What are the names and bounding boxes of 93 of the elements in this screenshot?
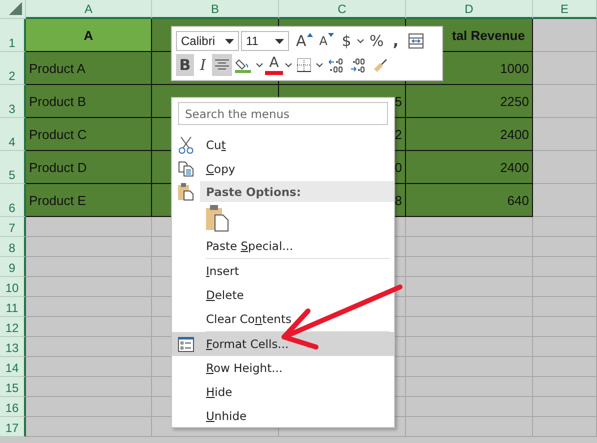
format-cells-icon xyxy=(178,336,194,352)
column-header[interactable]: B xyxy=(152,0,279,19)
table-cell xyxy=(533,317,597,337)
column-header[interactable]: A xyxy=(26,0,152,19)
table-cell: Product C xyxy=(26,118,152,151)
menu-item[interactable]: Row Height... xyxy=(172,356,394,380)
caret-icon xyxy=(225,38,234,44)
paintbrush-icon xyxy=(372,57,388,73)
menu-item[interactable]: Delete xyxy=(172,283,394,307)
row-header[interactable]: 13 xyxy=(0,337,26,357)
table-cell xyxy=(533,257,597,277)
paste-button[interactable] xyxy=(206,204,230,232)
row-header[interactable]: 9 xyxy=(0,257,26,277)
table-cell: Product D xyxy=(26,151,152,184)
table-cell xyxy=(533,85,597,118)
bold-button[interactable]: B xyxy=(176,54,194,76)
align-center-icon xyxy=(215,59,229,71)
menu-item[interactable]: Clear Contents xyxy=(172,307,394,331)
center-align-button[interactable] xyxy=(212,54,232,76)
merge-icon xyxy=(408,33,424,49)
table-cell xyxy=(533,217,597,237)
grow-font-button[interactable]: A xyxy=(293,30,316,52)
currency-button[interactable]: $ xyxy=(337,30,356,52)
menu-item[interactable]: Unhide xyxy=(172,404,394,428)
clipboard-icon xyxy=(178,182,194,200)
decrease-decimal-icon xyxy=(350,57,366,73)
menu-item[interactable]: Insert xyxy=(172,259,394,283)
select-all-corner[interactable] xyxy=(0,0,26,19)
row-header[interactable]: 1 xyxy=(0,19,26,52)
down-triangle-icon xyxy=(328,33,334,37)
row-header[interactable]: 11 xyxy=(0,297,26,317)
column-header[interactable]: E xyxy=(533,0,597,19)
caret-icon xyxy=(357,38,364,44)
table-cell xyxy=(533,52,597,85)
italic-button[interactable]: I xyxy=(194,54,212,76)
row-header[interactable]: 5 xyxy=(0,151,26,184)
table-cell: Product A xyxy=(26,52,152,85)
table-cell: 2400 xyxy=(406,151,533,184)
table-cell: Product B xyxy=(26,85,152,118)
column-header[interactable]: C xyxy=(279,0,406,19)
column-header[interactable]: D xyxy=(406,0,533,19)
font-dropdown[interactable]: Calibri xyxy=(176,31,239,51)
comma-button[interactable]: , xyxy=(386,30,405,52)
menu-item[interactable]: Cut xyxy=(172,133,394,157)
table-cell xyxy=(533,297,597,317)
table-cell xyxy=(533,277,597,297)
table-cell xyxy=(533,19,597,52)
row-header[interactable]: 8 xyxy=(0,237,26,257)
menu-item[interactable]: Paste Special... xyxy=(172,234,394,258)
caret-icon xyxy=(256,62,263,68)
row-header[interactable]: 17 xyxy=(0,417,26,437)
caret-icon xyxy=(316,62,323,68)
row-header[interactable]: 3 xyxy=(0,85,26,118)
table-cell xyxy=(533,337,597,357)
scissors-icon xyxy=(178,136,194,154)
table-cell: 2400 xyxy=(406,118,533,151)
table-cell xyxy=(533,151,597,184)
row-header[interactable]: 4 xyxy=(0,118,26,151)
caret-icon xyxy=(285,62,292,68)
menu-item[interactable]: Copy xyxy=(172,157,394,181)
shrink-font-button[interactable]: A xyxy=(316,30,338,52)
copy-icon xyxy=(178,161,194,177)
menu-item[interactable]: Hide xyxy=(172,380,394,404)
table-cell: Product E xyxy=(26,184,152,217)
paint-bucket-icon xyxy=(235,57,251,73)
row-header[interactable]: 10 xyxy=(0,277,26,297)
percent-button[interactable]: % xyxy=(366,30,387,52)
table-cell xyxy=(533,377,597,397)
row-header[interactable]: 14 xyxy=(0,357,26,377)
paste-options-heading: Paste Options: xyxy=(200,181,394,202)
up-triangle-icon xyxy=(307,33,314,37)
row-header[interactable]: 2 xyxy=(0,52,26,85)
row-header[interactable]: 12 xyxy=(0,317,26,337)
menu-item[interactable]: Format Cells... xyxy=(172,332,394,356)
table-cell xyxy=(533,118,597,151)
search-field[interactable]: Search the menus xyxy=(178,102,388,125)
table-cell xyxy=(533,237,597,257)
table-cell: 640 xyxy=(406,184,533,217)
table-cell xyxy=(533,184,597,217)
row-header[interactable]: 7 xyxy=(0,217,26,237)
table-cell: A xyxy=(26,19,152,52)
font-color-button[interactable]: A xyxy=(265,55,283,75)
increase-decimal-icon xyxy=(328,57,344,73)
table-cell: 2250 xyxy=(406,85,533,118)
caret-icon xyxy=(275,38,284,44)
corner-triangle-icon xyxy=(7,0,23,16)
row-header[interactable]: 16 xyxy=(0,397,26,417)
font-size-dropdown[interactable]: 11 xyxy=(241,31,289,51)
row-header[interactable]: 15 xyxy=(0,377,26,397)
table-cell xyxy=(533,357,597,377)
table-cell xyxy=(533,397,597,417)
borders-icon xyxy=(297,58,311,72)
row-header[interactable]: 6 xyxy=(0,184,26,217)
